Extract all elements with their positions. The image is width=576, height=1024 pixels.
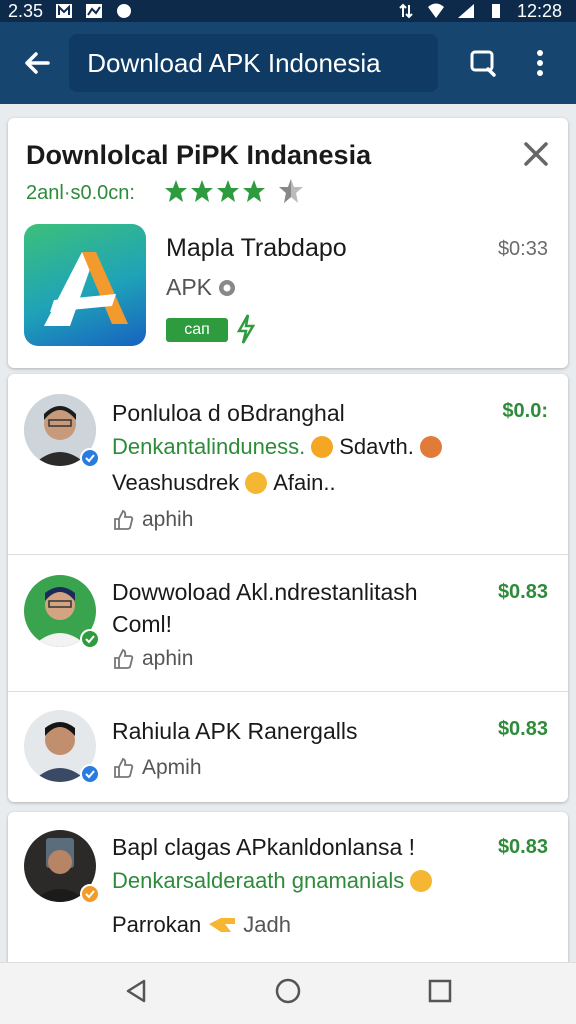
result-price: $0.83 — [497, 581, 548, 603]
triangle-back-icon — [126, 979, 146, 1003]
result-line-2: Denkantalinduness. Sdavth. — [112, 434, 442, 460]
status-bar: 2.35 12:28 — [0, 0, 576, 22]
result-line-2-text: Denkarsalderaath gnamanials — [112, 868, 405, 893]
result-title-line-2: Coml! — [112, 611, 173, 637]
smile-emoji-icon — [245, 472, 268, 494]
square-recents-icon — [428, 979, 452, 1003]
back-button[interactable] — [12, 38, 61, 88]
result-price: $0.83 — [497, 836, 548, 858]
check-icon — [85, 770, 95, 779]
verified-badge — [80, 448, 100, 468]
result-line-3-text: Parrokan — [112, 912, 202, 937]
battery-icon — [491, 4, 500, 18]
result-line-2: Denkarsalderaath gnamanials — [112, 868, 433, 894]
info-icon — [219, 279, 236, 296]
app-icon[interactable] — [24, 224, 146, 346]
check-icon — [85, 635, 95, 644]
search-icon — [470, 50, 496, 77]
result-author-name: aphin — [142, 647, 194, 670]
badge — [80, 884, 100, 904]
nav-home-button[interactable] — [274, 977, 302, 1010]
emoji-icon — [419, 436, 442, 458]
lightning-icon — [236, 314, 256, 344]
more-options-button[interactable] — [517, 38, 564, 88]
star-half-icon — [279, 179, 303, 203]
app-header-card: Downlolcal PiPK Indanesia 2anl·s0.0cn: M… — [8, 118, 568, 368]
app-bar: Download APK Indonesia — [0, 22, 576, 104]
thumbs-up-icon[interactable] — [112, 509, 134, 531]
data-transfer-icon — [399, 3, 413, 19]
result-card[interactable]: Bapl clagas APkanldonlansa ! Denkarsalde… — [8, 812, 568, 962]
search-field[interactable]: Download APK Indonesia — [69, 34, 438, 92]
result-author: Apmih — [112, 756, 202, 780]
result-line-2-text: Denkantalinduness. — [112, 434, 306, 459]
status-left-text: 2.35 — [8, 0, 44, 21]
notification-icon — [56, 4, 73, 18]
result-title: Dowwoload Akl.ndrestanlitash — [112, 579, 418, 605]
close-icon — [524, 142, 548, 166]
result-line-3: Parrokan Jadh — [112, 912, 291, 938]
star-rating — [164, 176, 306, 206]
rating-text: 2anl·s0.0cn: — [26, 182, 135, 204]
result-price: $0.0: — [502, 400, 548, 422]
arrow-left-icon — [24, 52, 50, 74]
nav-back-button[interactable] — [122, 977, 150, 1010]
result-row[interactable]: Rahiula APK Ranergalls Apmih $0.83 — [8, 692, 568, 802]
wifi-icon — [427, 3, 444, 18]
app-name: Mapla Trabdaрo — [166, 234, 347, 262]
thumbs-up-icon[interactable] — [112, 757, 134, 779]
app-notification-icon — [117, 4, 132, 18]
app-type-label: APK — [166, 274, 213, 300]
verified-badge — [80, 629, 100, 649]
star-icon — [243, 180, 265, 202]
check-icon — [85, 454, 95, 463]
result-title: Ponluloa d oBdranghal — [112, 400, 345, 426]
result-line-3-extra: Jadh — [243, 912, 291, 937]
pointing-hand-icon — [209, 918, 236, 932]
result-row[interactable]: Dowwoload Akl.ndrestanlitash Coml! aphin… — [8, 555, 568, 691]
star-icon — [191, 180, 213, 202]
result-price: $0.83 — [497, 718, 548, 740]
result-line-3-extra: Afain.. — [273, 470, 336, 495]
apk-logo-icon — [44, 252, 128, 326]
star-icon — [165, 180, 187, 202]
search-button[interactable] — [460, 38, 507, 88]
app-price: $0:33 — [497, 238, 548, 260]
result-title: Bapl clagas APkanldonlansa ! — [112, 834, 416, 860]
circle-home-icon — [275, 978, 301, 1004]
verified-badge — [80, 764, 100, 784]
install-badge[interactable]: caп — [166, 318, 228, 342]
thumbs-up-icon[interactable] — [112, 648, 134, 670]
result-line-3-text: Veashusdrek — [112, 470, 240, 495]
clock: 12:28 — [516, 0, 562, 21]
results-card: Ponluloa d oBdranghal Denkantalinduness.… — [8, 374, 568, 802]
search-query: Download APK Indonesia — [87, 47, 381, 78]
check-icon — [85, 890, 95, 899]
result-author-name: Apmih — [142, 756, 202, 779]
result-line-2-extra: Sdavth. — [339, 434, 414, 459]
star-icon — [217, 180, 239, 202]
app-type: APK — [166, 274, 236, 301]
result-line-3: Veashusdrek Afain.. — [112, 470, 336, 496]
result-row[interactable]: Ponluloa d oBdranghal Denkantalinduness.… — [8, 374, 568, 554]
more-vert-icon — [537, 50, 544, 76]
chart-notification-icon — [86, 4, 103, 18]
header-title: Downlolcal PiPK Indanesia — [26, 140, 372, 170]
result-author: aphin — [112, 647, 193, 671]
navigation-bar — [0, 962, 576, 1024]
nav-recents-button[interactable] — [426, 977, 454, 1010]
emoji-icon — [410, 870, 433, 892]
result-author-name: aphih — [142, 508, 194, 531]
signal-icon — [457, 4, 474, 18]
result-author: aphih — [112, 508, 193, 532]
emoji-icon — [311, 436, 334, 458]
close-button[interactable] — [520, 138, 552, 170]
result-title: Rahiula APK Ranergalls — [112, 718, 358, 744]
